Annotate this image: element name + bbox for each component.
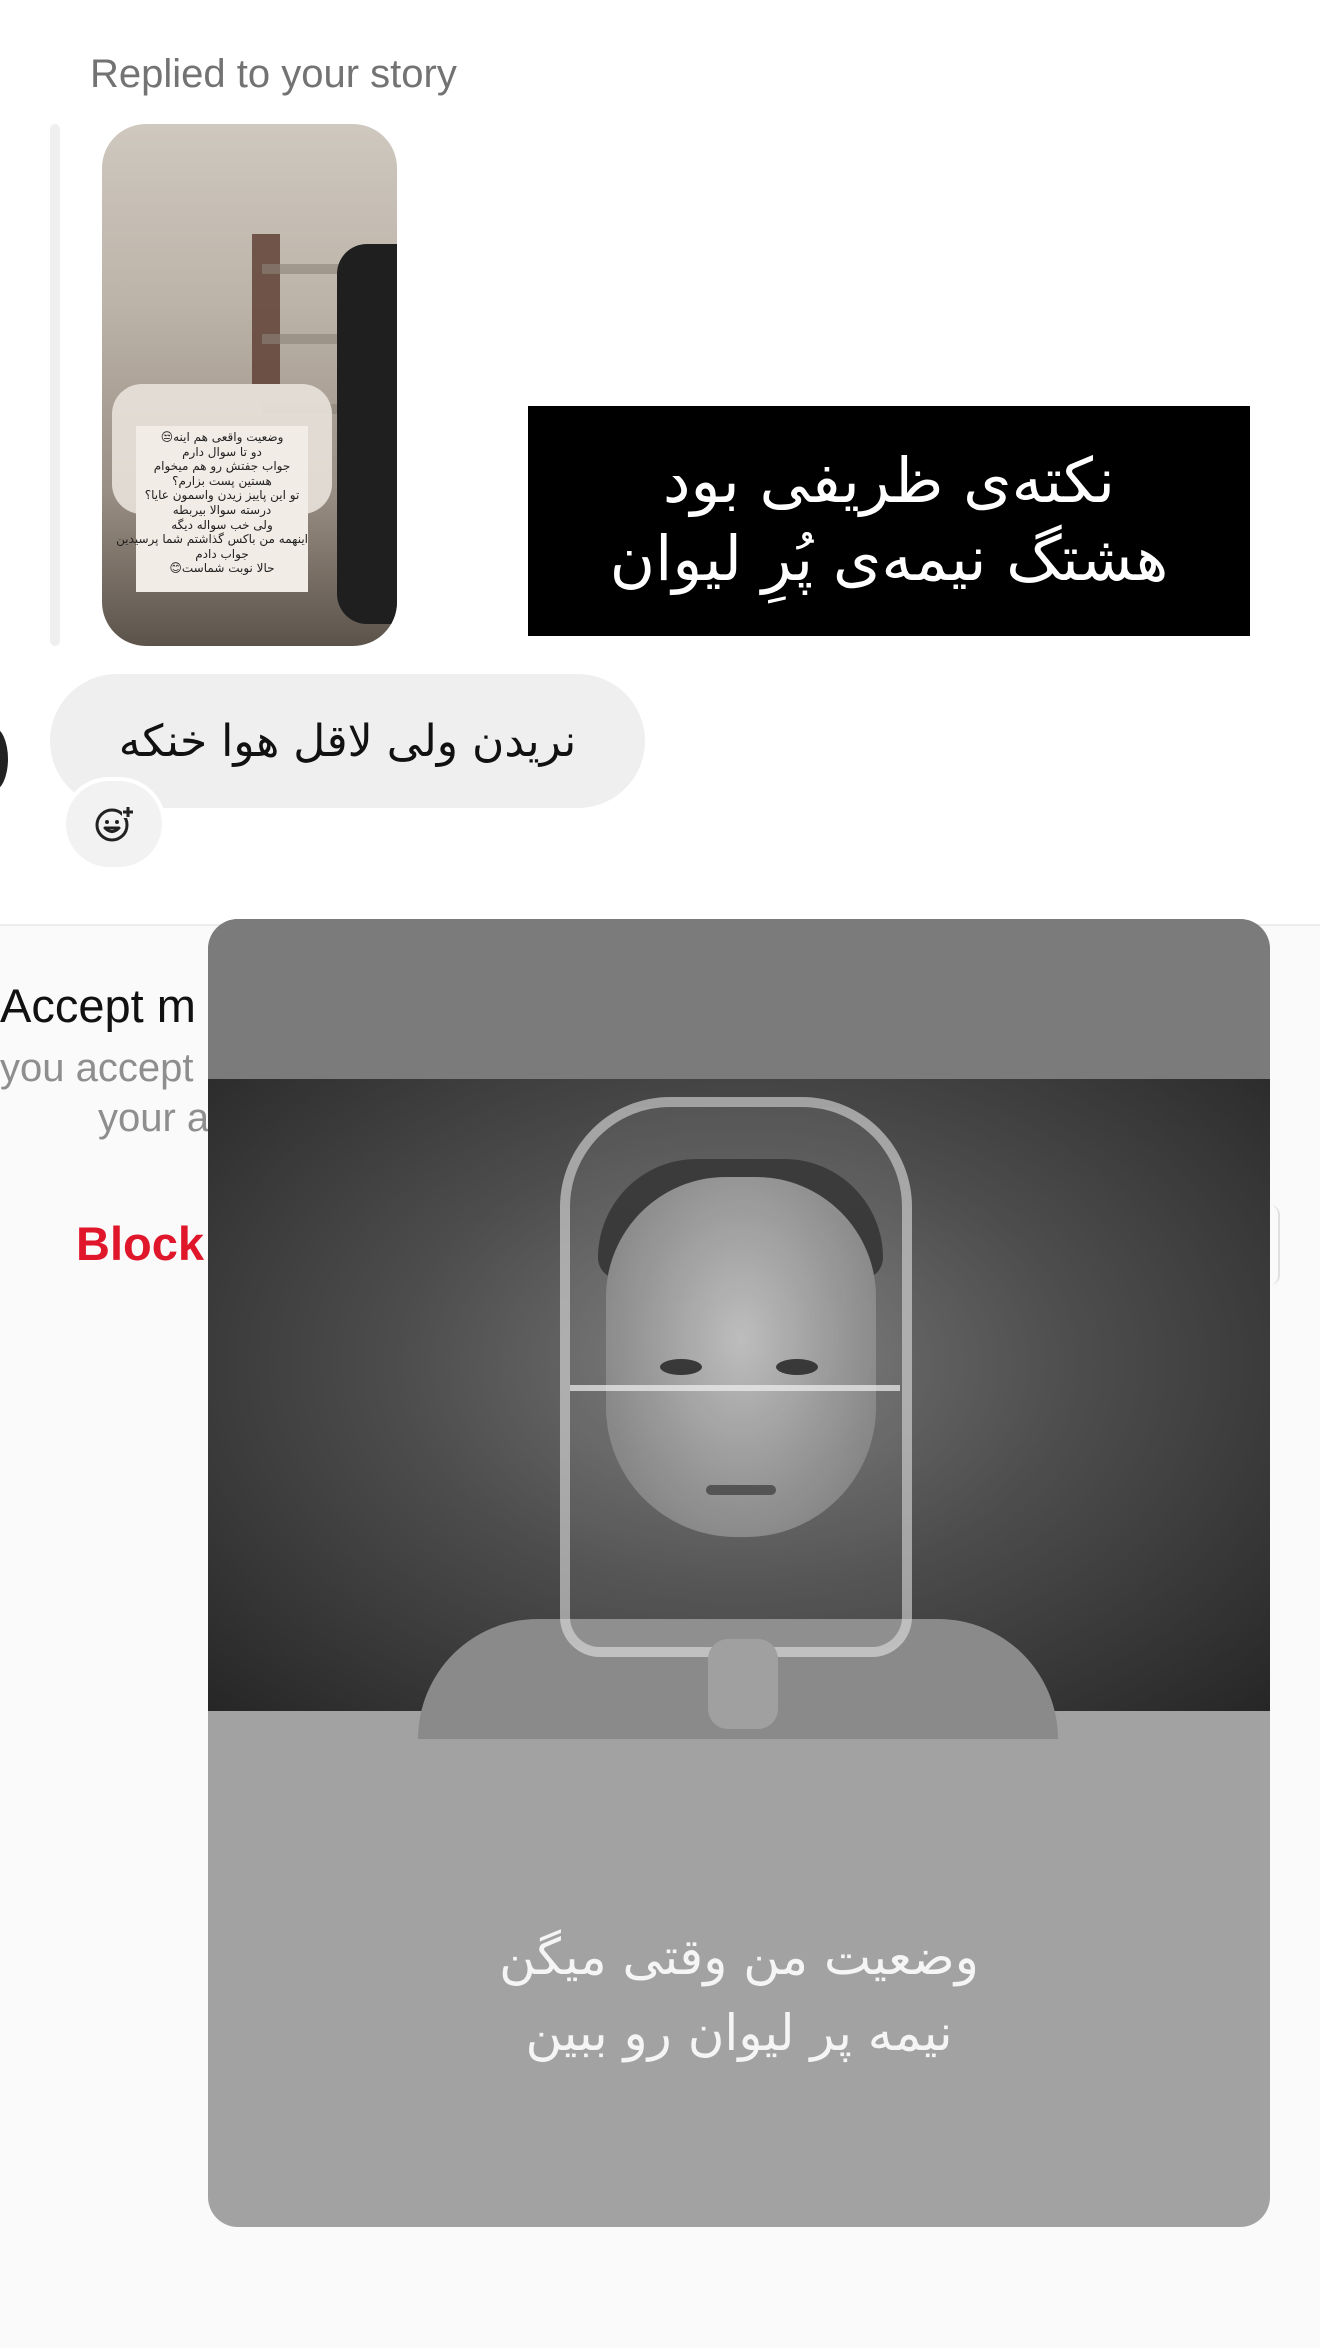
banner-line: هشتگ نیمه‌ی پُرِ لیوان bbox=[609, 522, 1169, 595]
add-reaction-icon bbox=[95, 806, 134, 842]
caption-line: نیمه پر لیوان رو ببین bbox=[525, 2004, 953, 2062]
avatar[interactable] bbox=[0, 727, 8, 791]
shared-post-card[interactable]: وضعیت من وقتی میگن نیمه پر لیوان رو ببین bbox=[208, 919, 1270, 2227]
note-line: ولی خب سواله دیگه bbox=[171, 517, 273, 532]
accept-request-title: Accept m bbox=[0, 979, 196, 1032]
note-line: دو تا سوال دارم bbox=[182, 444, 262, 459]
card-top-band bbox=[208, 919, 1270, 1079]
block-button[interactable]: Block bbox=[76, 1216, 204, 1271]
post-photo bbox=[208, 1079, 1270, 1739]
note-line: جواب جفتش رو هم میخوام bbox=[153, 459, 291, 474]
note-line: حالا نوبت شماست😊 bbox=[169, 561, 275, 576]
black-text-banner: نکته‌ی ظریفی بود هشتگ نیمه‌ی پُرِ لیوان bbox=[528, 406, 1250, 636]
accept-request-description: you accept bbox=[0, 1046, 194, 1090]
note-line: وضعیت واقعی هم اینه😒 bbox=[160, 430, 284, 444]
caption-line: وضعیت من وقتی میگن bbox=[499, 1928, 979, 1986]
reply-quote-bar bbox=[50, 124, 60, 646]
accept-request-description: your a bbox=[98, 1096, 210, 1140]
add-reaction-button[interactable] bbox=[66, 781, 162, 867]
glass-jar bbox=[560, 1097, 912, 1657]
story-text-note: وضعیت واقعی هم اینه😒 دو تا سوال دارم جوا… bbox=[116, 426, 308, 592]
note-line: درسته سوالا بیربطه bbox=[172, 502, 272, 517]
thumbnail-door bbox=[252, 234, 280, 384]
accept-button-edge[interactable] bbox=[1270, 1205, 1280, 1285]
note-line: هستین پست بزارم؟ bbox=[172, 473, 272, 488]
note-line: اینهمه من باکس گذاشتم شما پرسیدین bbox=[116, 532, 308, 547]
note-line: جواب دادم bbox=[195, 546, 249, 561]
thumbnail-person bbox=[337, 244, 397, 624]
note-line: تو این پاییز زیدن واسمون عایا؟ bbox=[144, 488, 300, 503]
post-caption: وضعیت من وقتی میگن نیمه پر لیوان رو ببین bbox=[208, 1919, 1270, 2071]
banner-line: نکته‌ی ظریفی بود bbox=[662, 444, 1116, 517]
replied-to-story-label: Replied to your story bbox=[90, 52, 457, 96]
photo-hand bbox=[708, 1639, 778, 1729]
message-text: نریدن ولی لاقل هوا خنکه bbox=[118, 715, 577, 767]
story-thumbnail[interactable]: وضعیت واقعی هم اینه😒 دو تا سوال دارم جوا… bbox=[102, 124, 397, 646]
